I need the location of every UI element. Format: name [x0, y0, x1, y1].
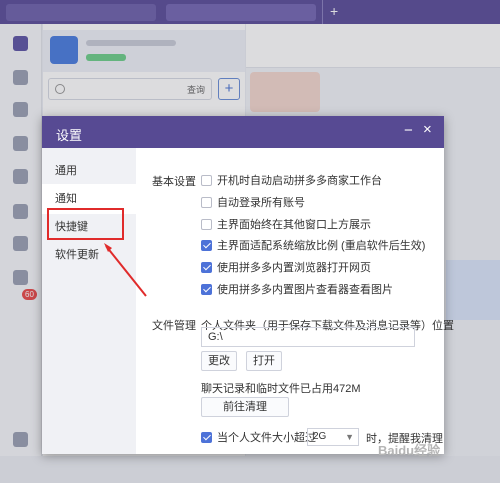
settings-content: 基本设置 开机时自动启动拼多多商家工作台 自动登录所有账号 主界面始终在其他窗口… — [136, 148, 454, 454]
watermark: Baidu经验 — [378, 443, 441, 458]
open-button[interactable]: 打开 — [246, 351, 282, 371]
option-always-on-top[interactable]: 主界面始终在其他窗口上方展示 — [201, 217, 371, 231]
minimize-button[interactable]: − — [404, 122, 413, 139]
nav-item-software-update[interactable]: 软件更新 — [42, 240, 136, 270]
section-label-files: 文件管理 — [152, 320, 196, 332]
option-builtin-browser[interactable]: 使用拼多多内置浏览器打开网页 — [201, 260, 371, 274]
option-label: 使用拼多多内置浏览器打开网页 — [217, 262, 371, 274]
change-button[interactable]: 更改 — [201, 351, 237, 371]
option-label: 自动登录所有账号 — [217, 197, 305, 209]
checkbox-checked[interactable] — [201, 239, 212, 251]
size-limit-select[interactable]: 2G ▼ — [307, 428, 359, 446]
option-label: 主界面始终在其他窗口上方展示 — [217, 219, 371, 231]
close-button[interactable]: × — [423, 121, 432, 138]
checkbox[interactable] — [201, 218, 212, 230]
chevron-down-icon: ▼ — [345, 432, 354, 442]
option-builtin-viewer[interactable]: 使用拼多多内置图片查看器查看图片 — [201, 282, 393, 296]
clean-button[interactable]: 前往清理 — [201, 397, 289, 417]
settings-nav: 通用 通知 快捷键 软件更新 — [42, 148, 136, 454]
option-label: 使用拼多多内置图片查看器查看图片 — [217, 284, 393, 296]
checkbox[interactable] — [201, 174, 212, 186]
checkbox[interactable] — [201, 196, 212, 208]
highlight-box — [47, 208, 124, 240]
option-autologin[interactable]: 自动登录所有账号 — [201, 195, 305, 209]
option-autostart[interactable]: 开机时自动启动拼多多商家工作台 — [201, 173, 382, 187]
option-label: 开机时自动启动拼多多商家工作台 — [217, 175, 382, 187]
size-limit-value: 2G — [313, 431, 327, 442]
option-size-limit[interactable]: 当个人文件大小超过 — [201, 430, 316, 444]
nav-item-general[interactable]: 通用 — [42, 156, 136, 186]
checkbox-checked[interactable] — [201, 431, 212, 443]
option-scale[interactable]: 主界面适配系统缩放比例 (重启软件后生效) — [201, 238, 425, 252]
checkbox-checked[interactable] — [201, 261, 212, 273]
settings-dialog: 设置 − × 通用 通知 快捷键 软件更新 基本设置 开机时自动启动拼多多商家工… — [42, 116, 454, 454]
option-label: 主界面适配系统缩放比例 (重启软件后生效) — [217, 240, 426, 252]
dialog-title: 设置 — [56, 128, 83, 143]
section-label-basic: 基本设置 — [152, 176, 196, 188]
folder-path-field[interactable]: G:\ — [201, 327, 415, 347]
checkbox-checked[interactable] — [201, 283, 212, 295]
dialog-titlebar: 设置 − × — [42, 116, 444, 148]
option-label: 当个人文件大小超过 — [217, 432, 316, 444]
storage-usage-text: 聊天记录和临时文件已占用472M — [201, 383, 361, 395]
